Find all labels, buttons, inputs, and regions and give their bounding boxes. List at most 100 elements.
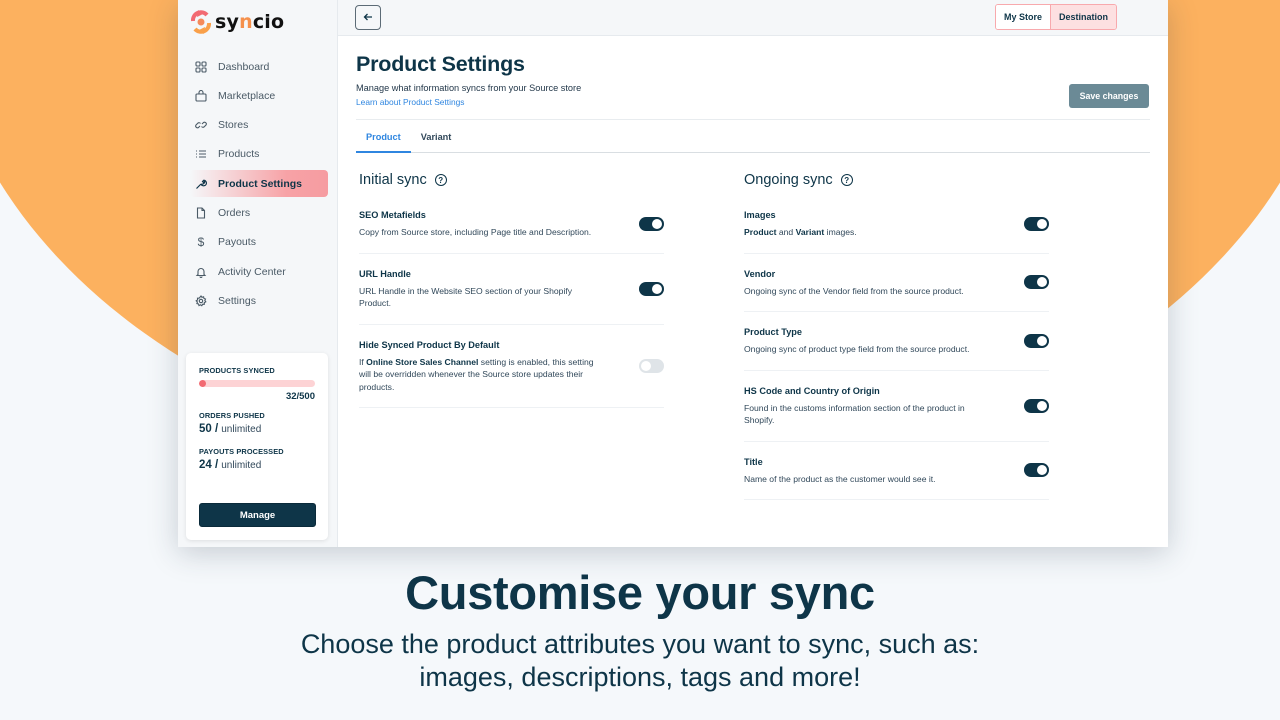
setting-description: Name of the product as the customer woul…: [744, 473, 936, 484]
dollar-icon: $: [197, 235, 205, 250]
setting-description: Ongoing sync of the Vendor field from th…: [744, 285, 964, 296]
sidebar-item-settings[interactable]: Settings: [190, 287, 328, 314]
sidebar-item-products[interactable]: Products: [190, 141, 328, 168]
setting-product-type: Product Type Ongoing sync of product typ…: [744, 312, 1049, 371]
setting-name: Vendor: [744, 268, 776, 279]
initial-sync-section: Initial sync ? SEO Metafields Copy from …: [359, 165, 664, 408]
grid-icon: [194, 60, 208, 74]
wrench-icon: [194, 177, 208, 191]
setting-hide-synced-product: Hide Synced Product By Default If Online…: [359, 325, 664, 408]
help-icon[interactable]: ?: [840, 174, 853, 186]
manage-button[interactable]: Manage: [199, 503, 316, 527]
sidebar-item-label: Settings: [218, 294, 256, 307]
products-synced-label: PRODUCTS SYNCED: [199, 366, 275, 375]
sidebar-item-label: Marketplace: [218, 89, 276, 102]
sidebar-item-label: Products: [218, 148, 260, 161]
setting-description: If Online Store Sales Channel setting is…: [359, 356, 594, 392]
hide-synced-product-toggle[interactable]: [639, 358, 664, 373]
sidebar: syncio Dashboard Marketplace Stores Prod…: [178, 0, 338, 547]
syncio-logo-icon: [190, 9, 212, 35]
sidebar-item-label: Product Settings: [218, 177, 303, 190]
sidebar-item-label: Activity Center: [218, 265, 286, 278]
sidebar-item-label: Orders: [218, 206, 251, 219]
back-button[interactable]: [355, 5, 381, 30]
setting-description: Found in the customs information section…: [744, 402, 965, 426]
ongoing-sync-title: Ongoing sync ?: [744, 165, 1049, 195]
url-handle-toggle[interactable]: [639, 281, 664, 296]
setting-name: SEO Metafields: [359, 210, 426, 220]
setting-description: Copy from Source store, including Page t…: [359, 227, 592, 237]
logo[interactable]: syncio: [190, 9, 284, 35]
usage-stats-card: PRODUCTS SYNCED 32/500 ORDERS PUSHED 50 …: [186, 353, 328, 540]
setting-seo-metafields: SEO Metafields Copy from Source store, i…: [359, 195, 664, 254]
setting-images: Images Product and Variant images.: [744, 195, 1049, 254]
tab-product[interactable]: Product: [356, 121, 411, 153]
setting-name: Product Type: [744, 327, 803, 337]
shopping-bag-icon: [194, 89, 208, 103]
sidebar-item-marketplace[interactable]: Marketplace: [190, 82, 328, 109]
products-synced-count: 32/500: [285, 391, 315, 402]
destination-option[interactable]: Destination: [1051, 5, 1117, 29]
sidebar-nav: Dashboard Marketplace Stores Products Pr…: [190, 53, 328, 317]
setting-description: Product and Variant images.: [744, 227, 857, 237]
page-title: Product Settings: [356, 52, 525, 76]
setting-vendor: Vendor Ongoing sync of the Vendor field …: [744, 254, 1049, 312]
app-window: syncio Dashboard Marketplace Stores Prod…: [178, 0, 1168, 547]
hs-code-toggle[interactable]: [1024, 398, 1049, 413]
setting-title: Title Name of the product as the custome…: [744, 442, 1049, 500]
sidebar-item-dashboard[interactable]: Dashboard: [190, 53, 328, 80]
sidebar-item-label: Payouts: [218, 236, 256, 249]
setting-description: URL Handle in the Website SEO section of…: [359, 285, 573, 309]
payouts-processed-value: 24 / unlimited: [199, 459, 262, 471]
store-switcher: My Store Destination: [995, 4, 1118, 30]
sidebar-item-label: Stores: [218, 119, 249, 132]
my-store-option[interactable]: My Store: [996, 5, 1052, 29]
setting-name: Images: [744, 210, 776, 220]
setting-name: Title: [744, 456, 763, 467]
learn-more-link[interactable]: Learn about Product Settings: [356, 97, 464, 107]
products-synced-progress-fill: [199, 380, 207, 387]
setting-name: URL Handle: [359, 268, 411, 279]
sidebar-item-product-settings[interactable]: Product Settings: [190, 170, 328, 198]
title-toggle[interactable]: [1024, 463, 1049, 478]
list-icon: [194, 147, 208, 161]
orders-pushed-label: ORDERS PUSHED: [199, 411, 265, 420]
sidebar-item-orders[interactable]: Orders: [190, 199, 328, 226]
main-content: My Store Destination Product Settings Ma…: [338, 0, 1168, 547]
setting-url-handle: URL Handle URL Handle in the Website SEO…: [359, 254, 664, 325]
setting-name: Hide Synced Product By Default: [359, 339, 500, 350]
marketing-headline: Customise your sync: [405, 566, 875, 619]
sidebar-item-activity-center[interactable]: Activity Center: [190, 258, 328, 285]
document-icon: [194, 206, 208, 220]
tab-variant[interactable]: Variant: [411, 121, 462, 152]
bell-icon: [194, 265, 208, 279]
subline-text: Choose the product attributes you want t…: [300, 629, 980, 659]
initial-sync-title: Initial sync ?: [359, 165, 664, 195]
setting-name: HS Code and Country of Origin: [744, 385, 880, 396]
arrow-left-icon: [363, 9, 373, 27]
payouts-processed-label: PAYOUTS PROCESSED: [199, 447, 284, 456]
settings-tabs: Product Variant: [356, 121, 1150, 153]
images-toggle[interactable]: [1024, 216, 1049, 231]
header-divider: [356, 119, 1150, 120]
ongoing-sync-section: Ongoing sync ? Images Product and Varian…: [744, 165, 1049, 500]
sidebar-item-payouts[interactable]: $ Payouts: [190, 229, 328, 256]
product-type-toggle[interactable]: [1024, 333, 1049, 348]
setting-hs-code: HS Code and Country of Origin Found in t…: [744, 371, 1049, 442]
save-changes-button[interactable]: Save changes: [1069, 84, 1149, 108]
sidebar-item-label: Dashboard: [218, 60, 270, 73]
products-synced-progress: [199, 380, 315, 387]
sidebar-item-stores[interactable]: Stores: [190, 112, 328, 139]
setting-description: Ongoing sync of product type field from …: [744, 344, 970, 354]
link-icon: [194, 118, 208, 132]
logo-text: syncio: [215, 11, 285, 33]
gear-icon: [194, 294, 208, 308]
page-subtitle: Manage what information syncs from your …: [356, 83, 582, 93]
orders-pushed-value: 50 / unlimited: [199, 423, 262, 435]
help-icon[interactable]: ?: [434, 174, 447, 186]
vendor-toggle[interactable]: [1024, 275, 1049, 290]
subline-text: images, descriptions, tags and more!: [419, 662, 861, 692]
marketing-subline: Choose the product attributes you want t…: [0, 628, 1280, 694]
seo-metafields-toggle[interactable]: [639, 216, 664, 231]
topbar: My Store Destination: [338, 0, 1168, 36]
